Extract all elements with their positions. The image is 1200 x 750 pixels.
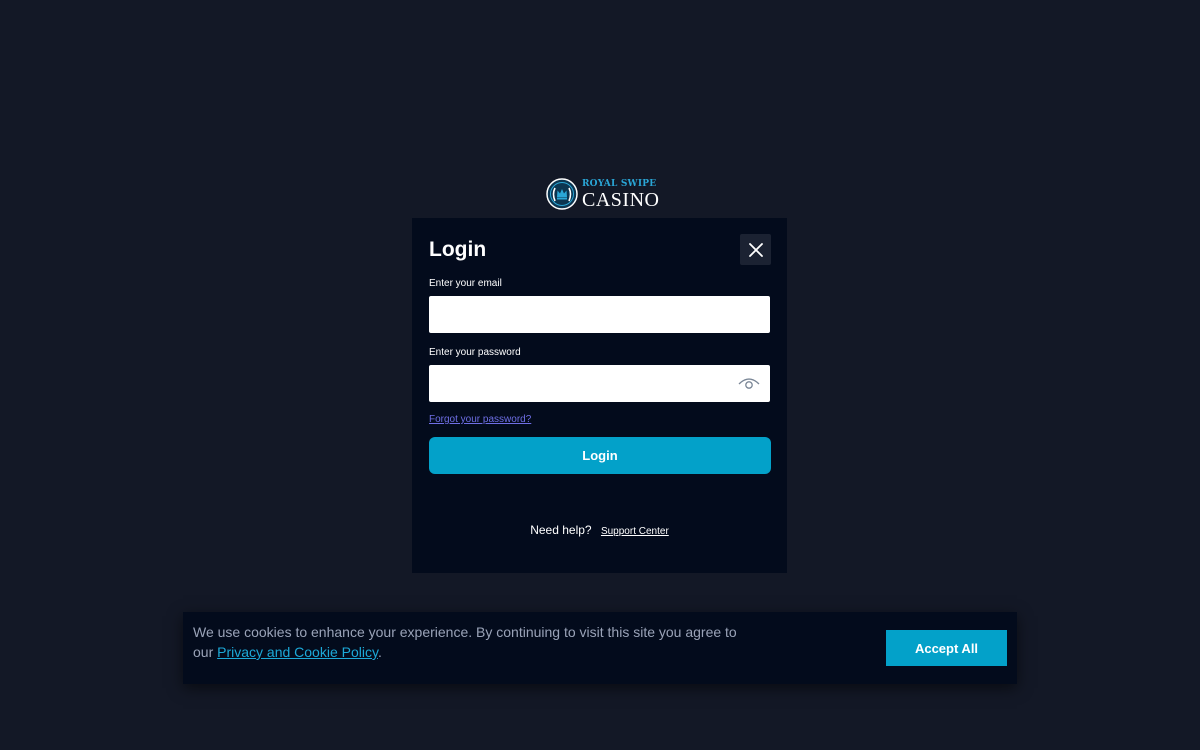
accept-all-button[interactable]: Accept All — [886, 630, 1007, 666]
cookie-banner: We use cookies to enhance your experienc… — [183, 612, 1017, 684]
logo-wordmark-top: ROYAL SWIPE — [582, 178, 657, 189]
forgot-password-link[interactable]: Forgot your password? — [429, 414, 531, 425]
modal-title: Login — [429, 238, 487, 261]
login-submit-button[interactable]: Login — [429, 437, 771, 474]
casino-logo[interactable]: ROYAL SWIPE CASINO — [546, 176, 660, 212]
cookie-text-after: . — [377, 644, 382, 660]
support-center-link[interactable]: Support Center — [601, 526, 669, 537]
email-field-wrapper — [429, 296, 770, 333]
login-modal: Login Enter your email Enter your passwo… — [412, 218, 787, 573]
password-label: Enter your password — [429, 347, 521, 358]
eye-icon[interactable] — [738, 375, 760, 391]
password-field-wrapper — [429, 365, 770, 402]
help-row: Need help? Support Center — [412, 523, 787, 537]
email-input[interactable] — [429, 296, 770, 333]
cookie-message: We use cookies to enhance your experienc… — [193, 622, 753, 662]
privacy-policy-link[interactable]: Privacy and Cookie Policy — [217, 644, 378, 660]
laurel-crown-emblem-icon — [546, 178, 578, 210]
need-help-text: Need help? — [530, 523, 592, 537]
logo-wordmark-bottom: CASINO — [582, 188, 660, 211]
page: ROYAL SWIPE CASINO Login Enter your emai… — [0, 0, 1200, 750]
close-button[interactable] — [740, 234, 771, 265]
close-icon — [748, 242, 763, 257]
email-label: Enter your email — [429, 278, 502, 289]
password-input[interactable] — [429, 365, 770, 402]
